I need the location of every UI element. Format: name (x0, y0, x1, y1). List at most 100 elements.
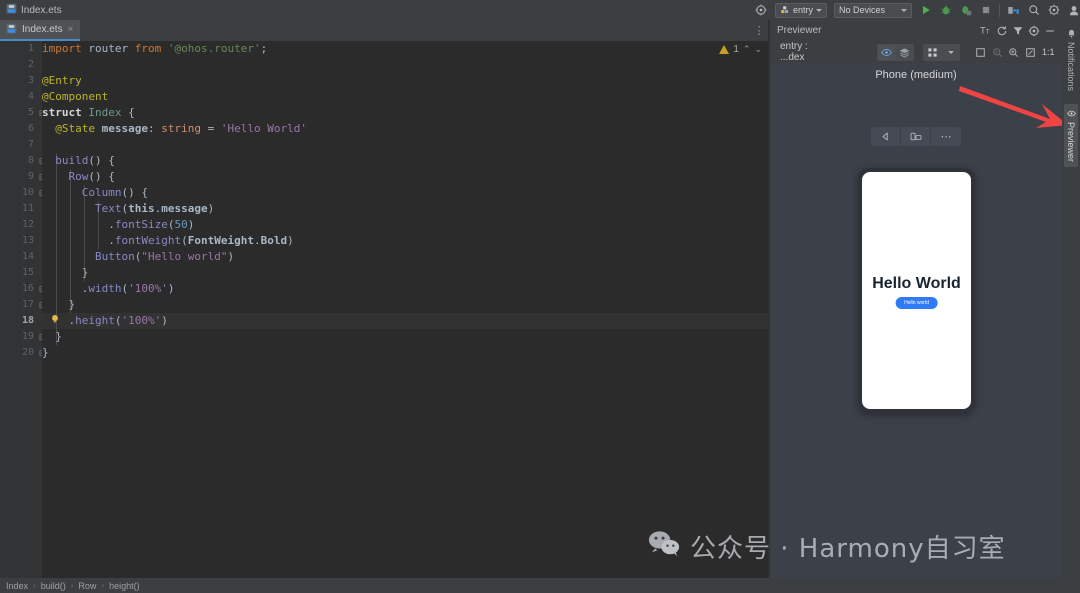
breadcrumb-separator: › (71, 581, 74, 590)
previewer-title: Previewer (777, 25, 821, 36)
tabbar-spacer (80, 20, 750, 41)
line-number: 1 (4, 41, 34, 57)
run-icon[interactable] (919, 4, 932, 17)
ide-window: Index.ets entry No Devices (0, 0, 1080, 593)
code-text-area[interactable]: import router from '@ohos.router'; @Entr… (42, 41, 768, 578)
frame-icon[interactable] (972, 45, 989, 60)
line-number: 12 (4, 217, 34, 233)
chevron-down-icon[interactable]: ⌄ (754, 44, 762, 55)
previewer-panel: Previewer TT entry : ...dex (770, 20, 1062, 578)
editor-tab-label: Index.ets (22, 24, 63, 35)
run-target-label: entry (793, 5, 813, 15)
line-number: 10 (4, 185, 34, 201)
toolbar-right-actions: entry No Devices (747, 0, 1080, 20)
profile-icon[interactable] (959, 4, 972, 17)
stop-icon[interactable] (979, 4, 992, 17)
scale-ratio-label[interactable]: 1:1 (1039, 45, 1059, 60)
previewer-target-label: entry : ...dex (780, 41, 834, 63)
warning-icon (719, 45, 729, 54)
device-selector[interactable]: No Devices (834, 3, 912, 18)
debug-icon[interactable] (939, 4, 952, 17)
device-controls: ⋯ (871, 127, 961, 146)
breadcrumb-item[interactable]: Row (78, 581, 96, 591)
line-number: 6 (4, 121, 34, 137)
breadcrumb-separator: › (101, 581, 104, 590)
ets-file-icon (6, 3, 17, 17)
right-tool-sidebar: Notifications Previewer (1062, 20, 1080, 578)
close-icon[interactable]: × (68, 24, 74, 35)
line-number: 20 (4, 345, 34, 361)
breadcrumb-separator: › (33, 581, 36, 590)
run-target-selector[interactable]: entry (775, 3, 827, 18)
line-number: 13 (4, 233, 34, 249)
editor-tab-options-icon[interactable]: ⋮ (750, 20, 768, 41)
line-number: 7 (4, 137, 34, 153)
line-number: 16 (4, 281, 34, 297)
toolbar-left-file-area: Index.ets (0, 0, 747, 20)
fit-screen-icon[interactable] (1022, 45, 1039, 60)
account-icon[interactable] (1067, 4, 1080, 17)
sidebar-tab-label: Notifications (1066, 42, 1076, 91)
chevron-down-icon (901, 9, 907, 12)
status-bar: Index › build() › Row › height() (0, 578, 1080, 593)
main-toolbar: Index.ets entry No Devices (0, 0, 1080, 20)
line-number: 14 (4, 249, 34, 265)
previewer-canvas[interactable]: Phone (medium) ⋯ Hello World Hello world (770, 63, 1062, 578)
warning-count: 1 (733, 44, 739, 55)
chevron-down-icon (816, 9, 822, 12)
inspector-icon[interactable] (878, 45, 895, 60)
chevron-down-icon[interactable] (942, 45, 959, 60)
minimize-icon[interactable] (1042, 23, 1058, 39)
preview-button[interactable]: Hello world (895, 297, 938, 309)
filter-icon[interactable] (1010, 23, 1026, 39)
rotate-left-icon[interactable] (871, 127, 901, 146)
chevron-up-icon[interactable]: ⌃ (743, 44, 751, 55)
zoom-out-icon[interactable] (989, 45, 1006, 60)
more-icon[interactable]: ⋯ (931, 127, 961, 146)
line-number: 2 (4, 57, 34, 73)
device-preview-frame[interactable]: Hello World Hello world (858, 168, 975, 413)
editor-inspection-widget: 1 ⌃ ⌄ (706, 41, 768, 578)
gear-icon[interactable] (755, 4, 768, 17)
line-number: 9 (4, 169, 34, 185)
orientation-icon[interactable] (901, 127, 931, 146)
inspect-mode-group (877, 44, 914, 61)
line-number-current: 18 (4, 313, 34, 329)
sidebar-tab-notifications[interactable]: Notifications (1064, 24, 1078, 96)
line-number: 15 (4, 265, 34, 281)
editor-tabbar: Index.ets × ⋮ (0, 20, 768, 41)
code-editor[interactable]: 1 2 3 4 5 6 7 8 9 10 11 12 13 14 15 16 1… (0, 41, 768, 578)
breadcrumb-item[interactable]: build() (41, 581, 66, 591)
bell-icon (1066, 29, 1076, 38)
line-number: 19 (4, 329, 34, 345)
line-number: 4 (4, 89, 34, 105)
breadcrumb-item[interactable]: height() (109, 581, 140, 591)
zoom-in-icon[interactable] (1005, 45, 1022, 60)
line-number: 17 (4, 297, 34, 313)
settings-icon[interactable] (1026, 23, 1042, 39)
editor-tab-index-ets[interactable]: Index.ets × (0, 20, 80, 41)
preview-title-text: Hello World (862, 275, 971, 293)
sidebar-tab-label: Previewer (1066, 122, 1076, 162)
previewer-toolbar: entry : ...dex (770, 41, 1062, 63)
layers-icon[interactable] (896, 45, 913, 60)
preferences-icon[interactable] (1047, 4, 1060, 17)
device-screen[interactable]: Hello World Hello world (862, 172, 971, 409)
font-size-icon[interactable]: TT (978, 23, 994, 39)
line-number: 8 (4, 153, 34, 169)
breadcrumb-item[interactable]: Index (6, 581, 28, 591)
warning-indicator[interactable]: 1 ⌃ ⌄ (719, 44, 762, 55)
line-number: 5 (4, 105, 34, 121)
search-icon[interactable] (1027, 4, 1040, 17)
grid-icon[interactable] (924, 45, 941, 60)
toolbar-divider (999, 4, 1000, 17)
ets-file-icon (6, 23, 17, 37)
project-file-label: Index.ets (6, 3, 62, 17)
line-number: 3 (4, 73, 34, 89)
layout-mode-group (923, 44, 960, 61)
eye-icon (1066, 109, 1076, 118)
refresh-icon[interactable] (994, 23, 1010, 39)
editor-gutter[interactable]: 1 2 3 4 5 6 7 8 9 10 11 12 13 14 15 16 1… (0, 41, 42, 578)
device-manager-icon[interactable] (1007, 4, 1020, 17)
sidebar-tab-previewer[interactable]: Previewer (1064, 104, 1078, 167)
